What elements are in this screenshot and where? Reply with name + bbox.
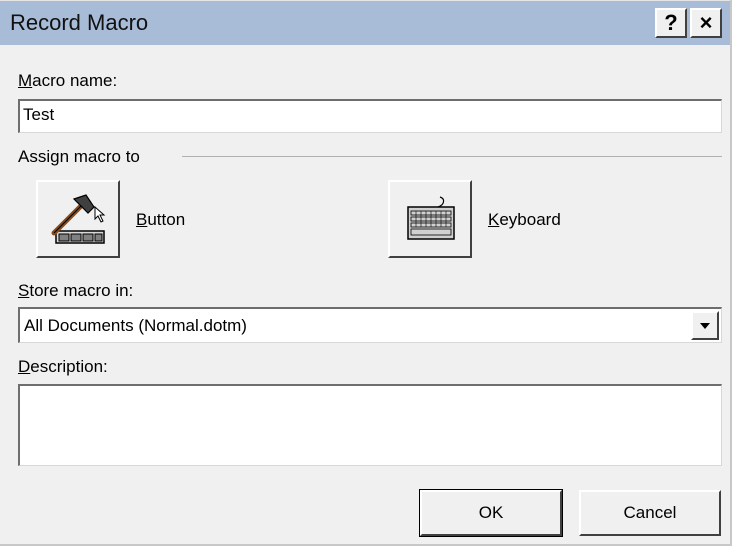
assign-macro-group-label: Assign macro to bbox=[18, 147, 140, 166]
assign-keyboard-button[interactable] bbox=[388, 180, 472, 258]
ok-button[interactable]: OK bbox=[419, 489, 563, 537]
record-macro-dialog: Record Macro ? × Macro name: Test Assign… bbox=[0, 0, 732, 546]
macro-name-value: Test bbox=[23, 105, 55, 124]
store-macro-value: All Documents (Normal.dotm) bbox=[24, 316, 247, 335]
macro-name-label: Macro name: bbox=[18, 71, 118, 90]
window-title: Record Macro bbox=[10, 10, 149, 35]
group-divider bbox=[182, 156, 722, 157]
close-button[interactable]: × bbox=[690, 8, 722, 38]
button-option-label: Button bbox=[136, 210, 186, 229]
assign-button-button[interactable] bbox=[36, 180, 120, 258]
keyboard-icon bbox=[407, 196, 455, 240]
store-macro-label: Store macro in: bbox=[18, 281, 134, 300]
store-macro-select[interactable]: All Documents (Normal.dotm) bbox=[18, 307, 722, 343]
description-input[interactable] bbox=[18, 384, 722, 466]
dropdown-arrow-button[interactable] bbox=[691, 311, 719, 340]
cancel-button[interactable]: Cancel bbox=[579, 490, 721, 536]
macro-name-input[interactable]: Test bbox=[18, 99, 722, 133]
help-button[interactable]: ? bbox=[655, 8, 687, 38]
title-bar[interactable]: Record Macro ? × bbox=[0, 0, 730, 45]
chevron-down-icon bbox=[700, 322, 710, 329]
keyboard-option-label: Keyboard bbox=[488, 210, 561, 229]
hammer-icon bbox=[51, 194, 106, 244]
description-label: Description: bbox=[18, 357, 108, 376]
